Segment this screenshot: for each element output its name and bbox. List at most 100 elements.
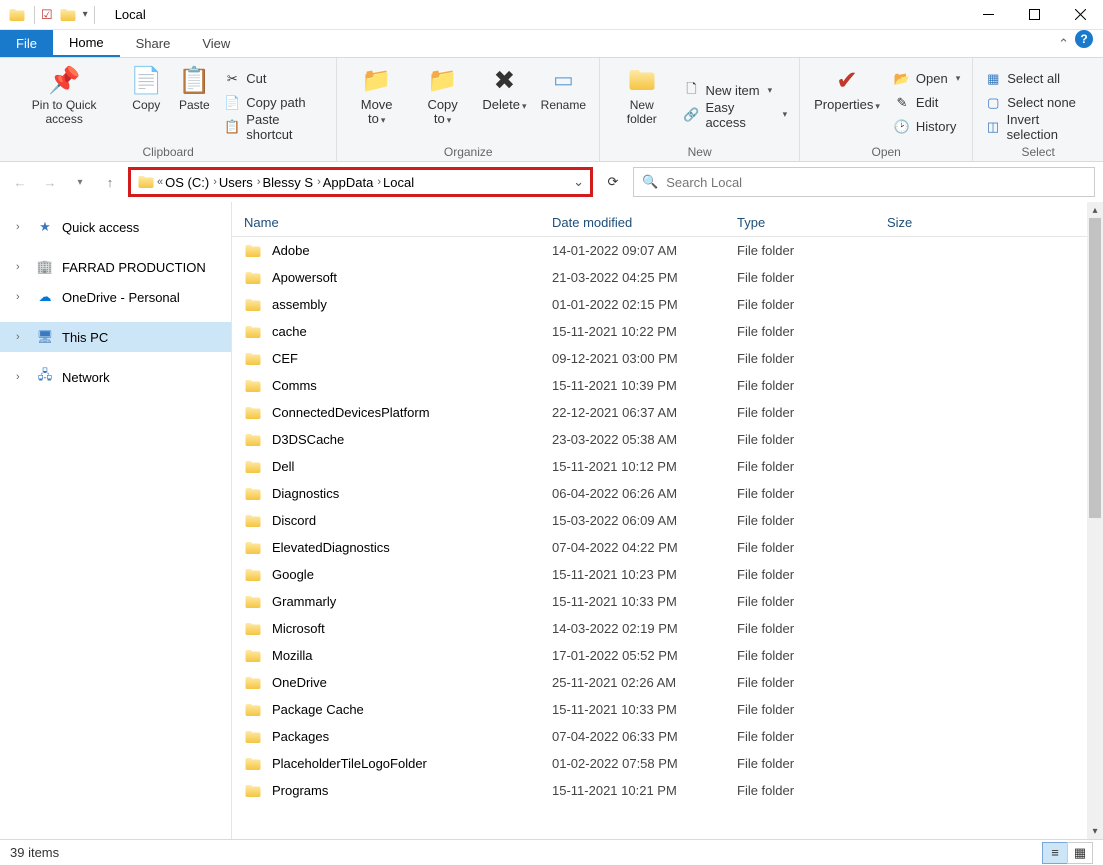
chevron-left-icon[interactable]: « <box>157 176 163 188</box>
refresh-button[interactable]: ⟳ <box>599 168 627 196</box>
list-item[interactable]: Package Cache15-11-2021 10:33 PMFile fol… <box>232 696 1103 723</box>
collapse-ribbon-icon[interactable]: ⌃ <box>1058 30 1075 57</box>
sidebar-item[interactable]: ›🏢FARRAD PRODUCTION <box>0 252 231 282</box>
back-button[interactable]: ← <box>8 170 32 194</box>
copy-button[interactable]: 📄 Copy <box>122 62 170 143</box>
file-type: File folder <box>737 432 887 447</box>
column-type[interactable]: Type <box>737 215 887 230</box>
select-all-button[interactable]: ▦Select all <box>985 68 1091 90</box>
delete-button[interactable]: ✖Delete▾ <box>475 62 533 143</box>
copy-path-button[interactable]: 📄Copy path <box>224 92 324 114</box>
open-button[interactable]: 📂Open▾ <box>894 68 960 90</box>
details-view-button[interactable]: ≡ <box>1042 842 1068 864</box>
move-to-button[interactable]: 📁Move to▾ <box>343 62 410 143</box>
rename-button[interactable]: ▭Rename <box>534 62 594 143</box>
qat-check-icon[interactable]: ☑ <box>41 7 53 23</box>
breadcrumb-segment[interactable]: Blessy S› <box>262 175 320 190</box>
history-button[interactable]: 🕑History <box>894 116 960 138</box>
search-box[interactable]: 🔍 <box>633 167 1095 197</box>
sidebar-item[interactable]: ›☁OneDrive - Personal <box>0 282 231 312</box>
scroll-thumb[interactable] <box>1089 218 1101 518</box>
up-button[interactable]: ↑ <box>98 170 122 194</box>
expand-icon[interactable]: › <box>16 371 28 383</box>
list-item[interactable]: Google15-11-2021 10:23 PMFile folder <box>232 561 1103 588</box>
list-item[interactable]: Comms15-11-2021 10:39 PMFile folder <box>232 372 1103 399</box>
icons-view-button[interactable]: ▦ <box>1067 842 1093 864</box>
properties-button[interactable]: ✔Properties▾ <box>806 62 888 143</box>
help-icon[interactable]: ? <box>1075 30 1093 48</box>
tab-share[interactable]: Share <box>120 30 187 57</box>
breadcrumb-segment[interactable]: Users› <box>219 175 261 190</box>
file-date: 14-01-2022 09:07 AM <box>552 243 737 258</box>
expand-icon[interactable]: › <box>16 331 28 343</box>
invert-selection-button[interactable]: ◫Invert selection <box>985 116 1091 138</box>
list-item[interactable]: ElevatedDiagnostics07-04-2022 04:22 PMFi… <box>232 534 1103 561</box>
minimize-button[interactable] <box>965 0 1011 30</box>
file-type: File folder <box>737 378 887 393</box>
list-item[interactable]: Adobe14-01-2022 09:07 AMFile folder <box>232 237 1103 264</box>
paste-shortcut-button[interactable]: 📋Paste shortcut <box>224 116 324 138</box>
tab-home[interactable]: Home <box>53 30 120 57</box>
list-item[interactable]: cache15-11-2021 10:22 PMFile folder <box>232 318 1103 345</box>
easy-access-button[interactable]: 🔗Easy access▾ <box>683 104 787 126</box>
edit-button[interactable]: ✎Edit <box>894 92 960 114</box>
chevron-right-icon[interactable]: › <box>213 176 217 188</box>
scrollbar[interactable]: ▴ ▾ <box>1087 202 1103 839</box>
cut-button[interactable]: ✂Cut <box>224 68 324 90</box>
list-item[interactable]: OneDrive25-11-2021 02:26 AMFile folder <box>232 669 1103 696</box>
column-name[interactable]: Name <box>232 215 552 230</box>
new-item-button[interactable]: 🗋New item▾ <box>683 80 787 102</box>
pin-to-quick-access-button[interactable]: 📌 Pin to Quick access <box>6 62 122 143</box>
expand-icon[interactable]: › <box>16 291 28 303</box>
list-item[interactable]: Packages07-04-2022 06:33 PMFile folder <box>232 723 1103 750</box>
new-item-icon: 🗋 <box>683 83 699 99</box>
list-item[interactable]: Apowersoft21-03-2022 04:25 PMFile folder <box>232 264 1103 291</box>
list-item[interactable]: Diagnostics06-04-2022 06:26 AMFile folde… <box>232 480 1103 507</box>
search-input[interactable] <box>666 175 1086 190</box>
qat-dropdown-icon[interactable]: ▾ <box>83 9 88 20</box>
list-item[interactable]: PlaceholderTileLogoFolder01-02-2022 07:5… <box>232 750 1103 777</box>
copy-to-button[interactable]: 📁Copy to▾ <box>410 62 475 143</box>
expand-icon[interactable]: › <box>16 221 28 233</box>
paste-button[interactable]: 📋 Paste <box>170 62 218 143</box>
breadcrumb-segment[interactable]: OS (C:)› <box>165 175 217 190</box>
sidebar-item[interactable]: ›🖧Network <box>0 362 231 392</box>
scroll-down-icon[interactable]: ▾ <box>1087 823 1103 839</box>
column-date[interactable]: Date modified <box>552 215 737 230</box>
scroll-up-icon[interactable]: ▴ <box>1087 202 1103 218</box>
list-item[interactable]: D3DSCache23-03-2022 05:38 AMFile folder <box>232 426 1103 453</box>
chevron-right-icon[interactable]: › <box>377 176 381 188</box>
tab-file[interactable]: File <box>0 30 53 57</box>
list-item[interactable]: Programs15-11-2021 10:21 PMFile folder <box>232 777 1103 804</box>
new-folder-button[interactable]: New folder <box>606 62 677 143</box>
tab-view[interactable]: View <box>186 30 246 57</box>
list-item[interactable]: CEF09-12-2021 03:00 PMFile folder <box>232 345 1103 372</box>
chevron-right-icon[interactable]: › <box>257 176 261 188</box>
file-name: Grammarly <box>272 594 336 609</box>
column-size[interactable]: Size <box>887 215 1103 230</box>
breadcrumb-segment[interactable]: Local <box>383 175 414 190</box>
file-date: 15-11-2021 10:23 PM <box>552 567 737 582</box>
list-item[interactable]: assembly01-01-2022 02:15 PMFile folder <box>232 291 1103 318</box>
recent-locations-button[interactable]: ▾ <box>68 170 92 194</box>
sidebar-item[interactable]: ›🖥This PC <box>0 322 231 352</box>
chevron-right-icon[interactable]: › <box>317 176 321 188</box>
list-item[interactable]: Grammarly15-11-2021 10:33 PMFile folder <box>232 588 1103 615</box>
address-dropdown-icon[interactable]: ⌄ <box>573 174 584 190</box>
file-list[interactable]: Adobe14-01-2022 09:07 AMFile folderApowe… <box>232 237 1103 839</box>
list-item[interactable]: Mozilla17-01-2022 05:52 PMFile folder <box>232 642 1103 669</box>
expand-icon[interactable]: › <box>16 261 28 273</box>
list-item[interactable]: Microsoft14-03-2022 02:19 PMFile folder <box>232 615 1103 642</box>
list-item[interactable]: Dell15-11-2021 10:12 PMFile folder <box>232 453 1103 480</box>
edit-icon: ✎ <box>894 95 910 111</box>
forward-button[interactable]: → <box>38 170 62 194</box>
address-bar[interactable]: « OS (C:)› Users› Blessy S› AppData› Loc… <box>128 167 593 197</box>
close-button[interactable] <box>1057 0 1103 30</box>
maximize-button[interactable] <box>1011 0 1057 30</box>
list-item[interactable]: ConnectedDevicesPlatform22-12-2021 06:37… <box>232 399 1103 426</box>
list-item[interactable]: Discord15-03-2022 06:09 AMFile folder <box>232 507 1103 534</box>
breadcrumb-segment[interactable]: AppData› <box>323 175 381 190</box>
sidebar-item[interactable]: ›★Quick access <box>0 212 231 242</box>
qat-folder-icon[interactable] <box>59 6 77 24</box>
select-none-button[interactable]: ▢Select none <box>985 92 1091 114</box>
